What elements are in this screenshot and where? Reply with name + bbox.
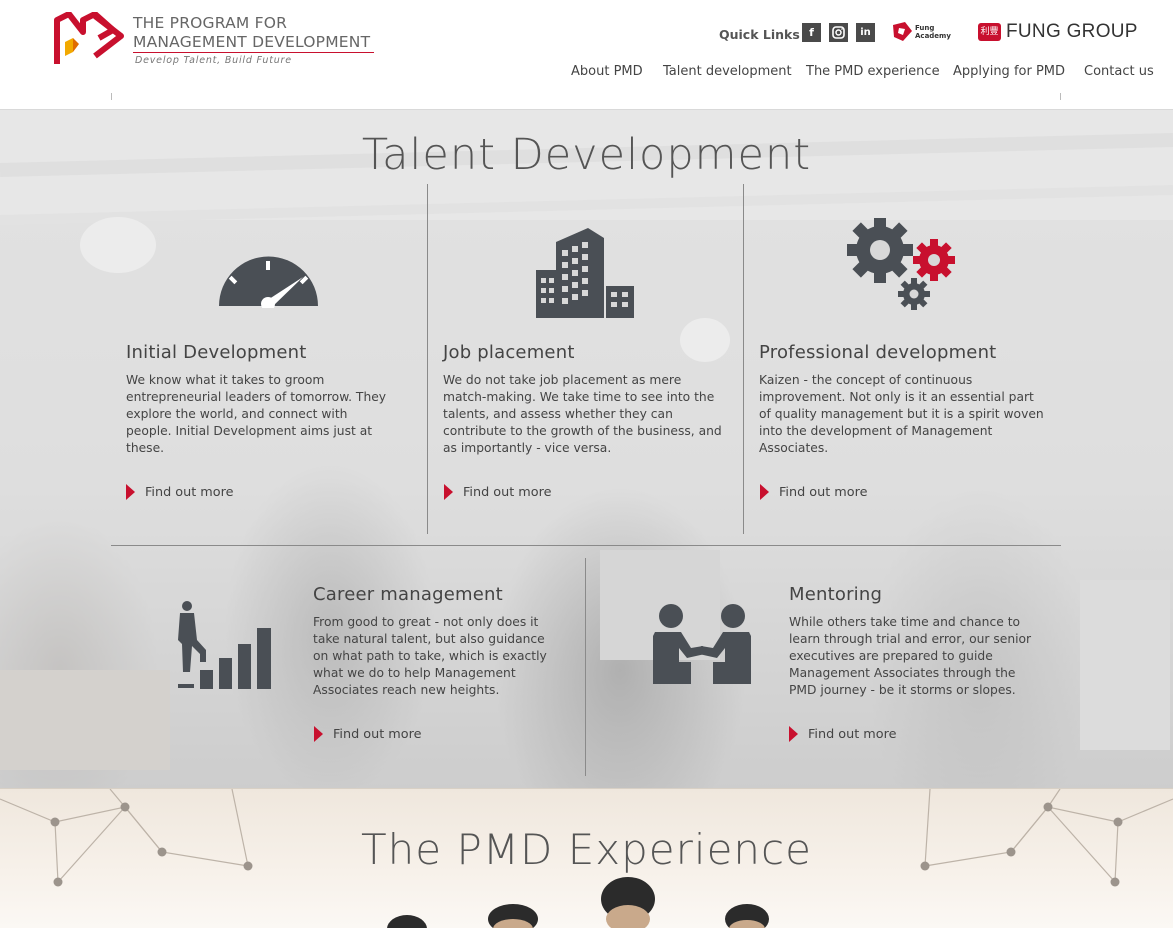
card-title-career-management: Career management xyxy=(313,584,503,605)
arrow-right-icon xyxy=(789,726,798,742)
nav-item-contact-us[interactable]: Contact us xyxy=(1084,64,1154,79)
talent-development-section: Talent Development Initial Development W… xyxy=(0,110,1173,788)
fung-group-label: FUNG GROUP xyxy=(1006,21,1138,42)
find-out-more-label: Find out more xyxy=(779,485,868,500)
career-steps-icon xyxy=(178,601,271,689)
gears-icon xyxy=(847,218,955,310)
main-nav: About PMD Talent development The PMD exp… xyxy=(0,64,1173,84)
instagram-icon[interactable] xyxy=(829,23,848,42)
linkedin-icon[interactable]: in xyxy=(856,23,875,42)
find-out-more-label: Find out more xyxy=(145,485,234,500)
fung-group-mark-icon: 利豐 xyxy=(978,23,1001,41)
card-text-job-placement: We do not take job placement as mere mat… xyxy=(443,373,722,455)
nav-item-about-pmd[interactable]: About PMD xyxy=(571,64,643,79)
find-out-more-label: Find out more xyxy=(808,727,897,742)
nav-item-pmd-experience[interactable]: The PMD experience xyxy=(806,64,940,79)
speedometer-icon xyxy=(219,256,318,308)
pmd-experience-section: The PMD Experience xyxy=(0,788,1173,928)
fung-academy-line1: Fung xyxy=(915,24,935,32)
column-divider-3 xyxy=(585,558,586,776)
instagram-glyph-icon xyxy=(832,26,845,39)
pmd-logo[interactable]: THE PROGRAM FOR MANAGEMENT DEVELOPMENT D… xyxy=(53,12,383,72)
fung-academy-line2: Academy xyxy=(915,32,951,40)
row-divider xyxy=(111,545,1061,546)
arrow-right-icon xyxy=(760,484,769,500)
quick-links-label: Quick Links xyxy=(719,27,800,42)
find-out-more-professional-development[interactable]: Find out more xyxy=(760,484,870,502)
site-header: THE PROGRAM FOR MANAGEMENT DEVELOPMENT D… xyxy=(0,0,1173,110)
nav-item-applying-for-pmd[interactable]: Applying for PMD xyxy=(953,64,1065,79)
find-out-more-mentoring[interactable]: Find out more xyxy=(789,726,899,744)
find-out-more-label: Find out more xyxy=(463,485,552,500)
buildings-icon xyxy=(536,228,634,318)
pmd-logo-mark-icon xyxy=(54,12,124,64)
logo-title-line1: THE PROGRAM FOR xyxy=(133,14,288,32)
arrow-right-icon xyxy=(314,726,323,742)
logo-title-line2: MANAGEMENT DEVELOPMENT xyxy=(133,33,371,51)
logo-divider xyxy=(133,52,374,53)
column-divider-2 xyxy=(743,184,744,534)
find-out-more-job-placement[interactable]: Find out more xyxy=(444,484,554,502)
nav-item-talent-development[interactable]: Talent development xyxy=(663,64,792,79)
find-out-more-career-management[interactable]: Find out more xyxy=(314,726,424,744)
card-title-mentoring: Mentoring xyxy=(789,584,883,605)
facebook-icon[interactable]: f xyxy=(802,23,821,42)
fung-academy-logo[interactable]: Fung Academy xyxy=(891,21,955,45)
card-title-job-placement: Job placement xyxy=(443,342,575,363)
header-tick-left xyxy=(111,93,112,100)
card-text-mentoring: While others take time and chance to lea… xyxy=(789,615,1032,697)
talent-development-title: Talent Development xyxy=(361,130,812,180)
find-out-more-initial-development[interactable]: Find out more xyxy=(126,484,236,502)
fung-academy-mark-icon xyxy=(893,22,912,41)
pmd-experience-title: The PMD Experience xyxy=(361,825,812,874)
header-tick-right xyxy=(1060,93,1061,100)
find-out-more-label: Find out more xyxy=(333,727,422,742)
arrow-right-icon xyxy=(126,484,135,500)
card-text-initial-development: We know what it takes to groom entrepren… xyxy=(126,373,387,455)
card-text-professional-development: Kaizen - the concept of continuous impro… xyxy=(759,373,1044,455)
column-divider-1 xyxy=(427,184,428,534)
card-title-professional-development: Professional development xyxy=(759,342,997,363)
fung-academy-text: Fung Academy xyxy=(915,24,951,40)
logo-title: THE PROGRAM FOR MANAGEMENT DEVELOPMENT xyxy=(133,14,370,52)
card-title-initial-development: Initial Development xyxy=(126,342,307,363)
mentoring-icon xyxy=(653,604,751,684)
card-text-career-management: From good to great - not only does it ta… xyxy=(313,615,547,697)
arrow-right-icon xyxy=(444,484,453,500)
